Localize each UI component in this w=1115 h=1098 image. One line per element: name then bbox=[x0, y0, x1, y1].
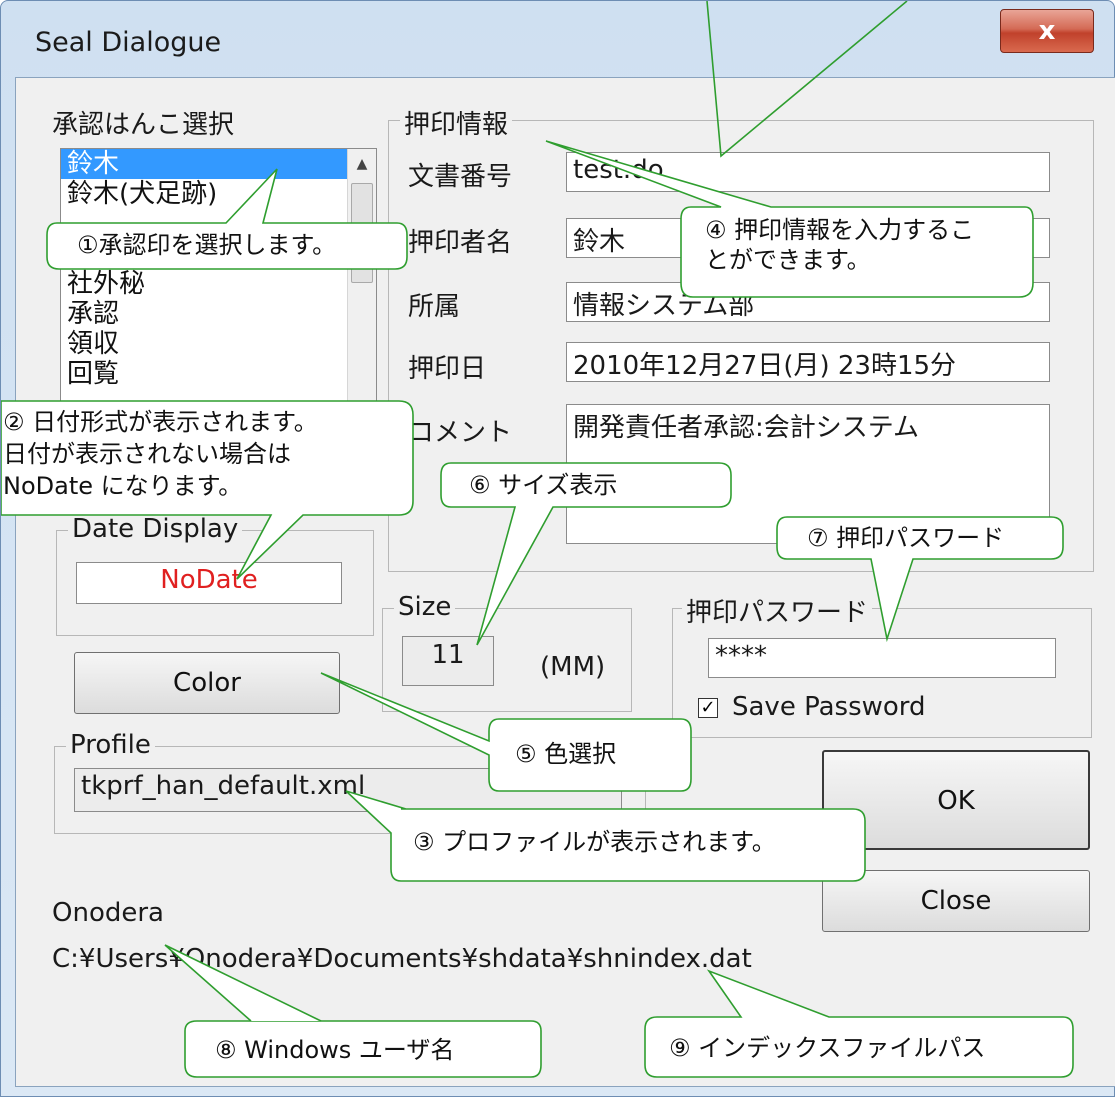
callout-6-text: ⑥ サイズ表示 bbox=[469, 471, 618, 499]
callout-4-text-line2: とができます。 bbox=[705, 246, 871, 274]
callout-7-text: ⑦ 押印パスワード bbox=[807, 524, 1005, 552]
callout-2-text-line1: ② 日付形式が表示されます。 bbox=[3, 408, 318, 436]
callout-1-text: ①承認印を選択します。 bbox=[77, 231, 337, 259]
callout-4-text-line1: ④ 押印情報を入力するこ bbox=[705, 216, 975, 244]
callout-2-text-line3: NoDate になります。 bbox=[3, 472, 243, 500]
callout-8-text: ⑧ Windows ユーザ名 bbox=[215, 1036, 455, 1064]
callout-8-pointer bbox=[164, 944, 322, 1022]
seal-dialog-window: Seal Dialogue x 承認はんこ選択 鈴木 鈴木(犬足跡) 社外秘 承… bbox=[0, 0, 1115, 1097]
callout-9-text: ⑨ インデックスファイルパス bbox=[669, 1034, 986, 1062]
callout-5-text: ⑤ 色選択 bbox=[515, 740, 617, 768]
callout-4-pointer bbox=[706, 1, 908, 158]
callout-2-text-line2: 日付が表示されない場合は bbox=[3, 440, 291, 468]
callout-3-text: ③ プロファイルが表示されます。 bbox=[413, 828, 776, 856]
callout-5-balloon bbox=[320, 672, 692, 792]
